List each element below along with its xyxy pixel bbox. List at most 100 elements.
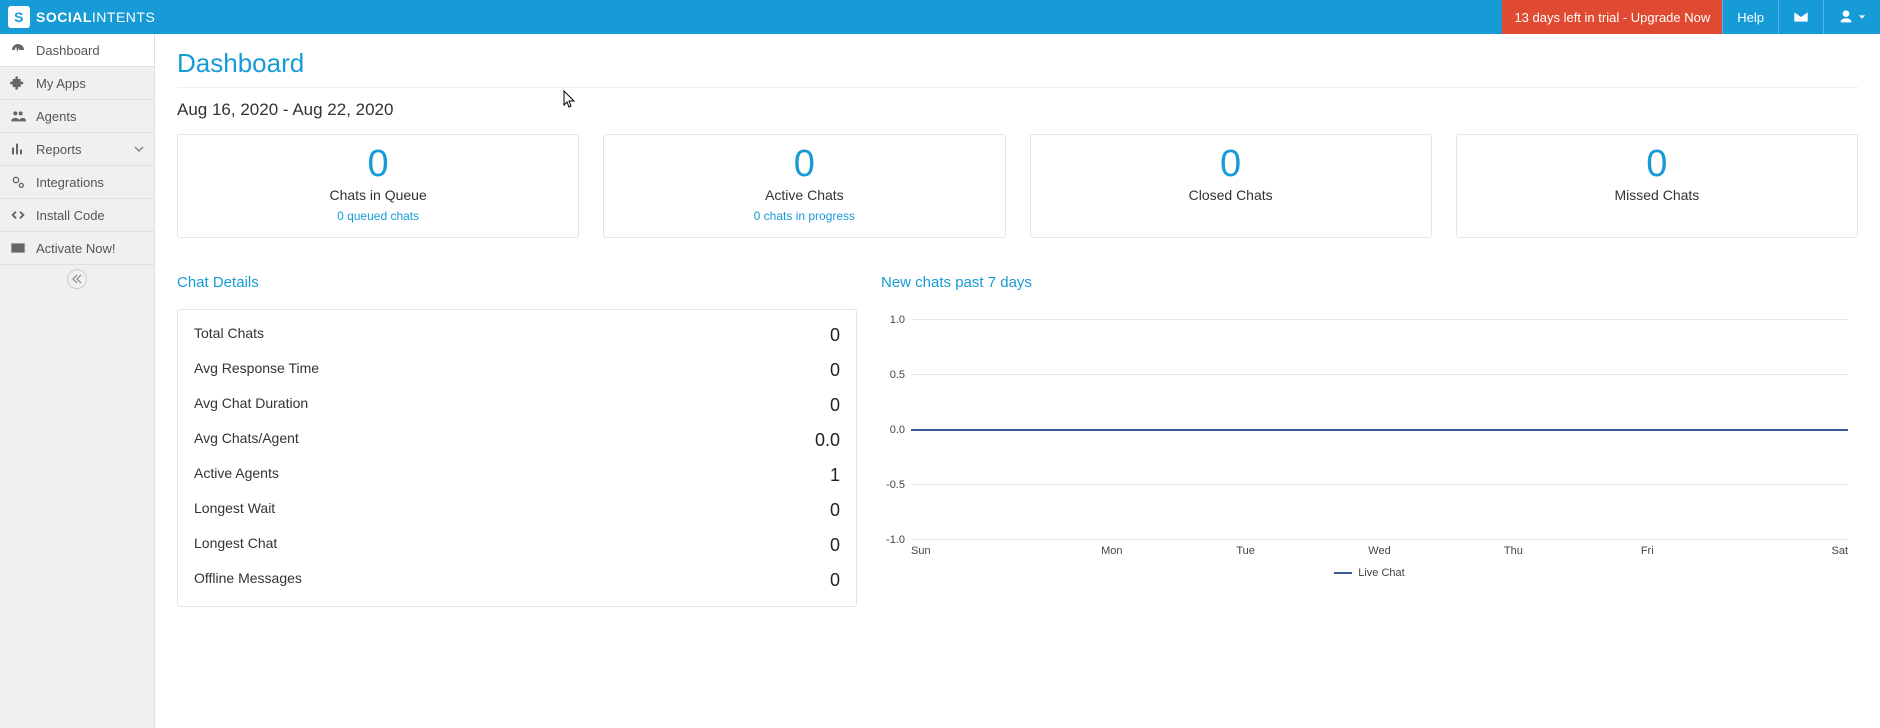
card-sublink[interactable]: 0 queued chats xyxy=(190,209,566,223)
chart-new-chats: 1.0 0.5 0.0 -0.5 -1.0 Sun Mon Tue Wed Th… xyxy=(881,309,1858,579)
row-label: Offline Messages xyxy=(194,570,302,591)
row-label: Total Chats xyxy=(194,325,264,346)
x-tick: Fri xyxy=(1580,545,1714,557)
nav-label: Dashboard xyxy=(36,43,100,58)
y-tick: -0.5 xyxy=(886,479,905,491)
users-icon xyxy=(10,108,26,124)
y-tick: 0.5 xyxy=(890,369,905,381)
card-chats-queue: 0 Chats in Queue 0 queued chats xyxy=(177,134,579,238)
legend-swatch-icon xyxy=(1334,572,1352,574)
topbar: S SOCIALINTENTS 13 days left in trial - … xyxy=(0,0,1880,34)
chart-x-labels: Sun Mon Tue Wed Thu Fri Sat xyxy=(911,545,1848,557)
brand-text-strong: SOCIAL xyxy=(36,9,92,25)
chart-grid: 1.0 0.5 0.0 -0.5 -1.0 xyxy=(911,319,1848,539)
nav-label: Reports xyxy=(36,142,82,157)
row-value: 0 xyxy=(830,535,840,556)
row-value: 1 xyxy=(830,465,840,486)
nav-label: Activate Now! xyxy=(36,241,115,256)
chevron-down-icon xyxy=(134,142,144,157)
caret-down-icon xyxy=(1858,13,1866,21)
row-value: 0 xyxy=(830,570,840,591)
card-sublink[interactable]: 0 chats in progress xyxy=(616,209,992,223)
nav-list: Dashboard My Apps Agents Reports Integra… xyxy=(0,34,154,265)
puzzle-icon xyxy=(10,75,26,91)
nav-reports[interactable]: Reports xyxy=(0,133,154,166)
chart-legend: Live Chat xyxy=(881,567,1858,579)
mail-button[interactable] xyxy=(1778,0,1823,34)
sidebar: Dashboard My Apps Agents Reports Integra… xyxy=(0,34,155,728)
row-value: 0.0 xyxy=(815,430,840,451)
row-label: Avg Response Time xyxy=(194,360,319,381)
stat-cards: 0 Chats in Queue 0 queued chats 0 Active… xyxy=(177,134,1858,238)
card-label: Missed Chats xyxy=(1469,187,1845,203)
row-label: Avg Chat Duration xyxy=(194,395,308,416)
card-label: Active Chats xyxy=(616,187,992,203)
chart-series-line xyxy=(911,429,1848,431)
nav-my-apps[interactable]: My Apps xyxy=(0,67,154,100)
content: Dashboard Aug 16, 2020 - Aug 22, 2020 0 … xyxy=(155,34,1880,728)
trial-upgrade-banner[interactable]: 13 days left in trial - Upgrade Now xyxy=(1502,0,1722,34)
card-label: Chats in Queue xyxy=(190,187,566,203)
sidebar-collapse[interactable] xyxy=(67,269,87,289)
credit-card-icon xyxy=(10,240,26,256)
topbar-right: 13 days left in trial - Upgrade Now Help xyxy=(1502,0,1880,34)
chat-details-title: Chat Details xyxy=(177,274,857,291)
table-row: Longest Chat 0 xyxy=(178,528,856,563)
help-label: Help xyxy=(1737,10,1764,25)
table-row: Avg Chat Duration 0 xyxy=(178,388,856,423)
cogs-icon xyxy=(10,174,26,190)
card-value: 0 xyxy=(1043,145,1419,183)
y-tick: -1.0 xyxy=(886,534,905,546)
x-tick: Sun xyxy=(911,545,1045,557)
trial-upgrade-text: 13 days left in trial - Upgrade Now xyxy=(1514,10,1710,25)
nav-activate-now[interactable]: Activate Now! xyxy=(0,232,154,265)
card-value: 0 xyxy=(190,145,566,183)
bar-chart-icon xyxy=(10,141,26,157)
y-tick: 1.0 xyxy=(890,314,905,326)
row-value: 0 xyxy=(830,325,840,346)
table-row: Offline Messages 0 xyxy=(178,563,856,598)
table-row: Active Agents 1 xyxy=(178,458,856,493)
row-label: Longest Wait xyxy=(194,500,275,521)
y-tick: 0.0 xyxy=(890,424,905,436)
brand[interactable]: S SOCIALINTENTS xyxy=(0,6,155,28)
table-row: Avg Chats/Agent 0.0 xyxy=(178,423,856,458)
card-closed-chats: 0 Closed Chats xyxy=(1030,134,1432,238)
row-value: 0 xyxy=(830,360,840,381)
brand-text: SOCIALINTENTS xyxy=(36,9,155,25)
table-row: Avg Response Time 0 xyxy=(178,353,856,388)
x-tick: Mon xyxy=(1045,545,1179,557)
row-value: 0 xyxy=(830,500,840,521)
nav-dashboard[interactable]: Dashboard xyxy=(0,34,154,67)
page-title: Dashboard xyxy=(177,48,1858,79)
help-button[interactable]: Help xyxy=(1722,0,1778,34)
x-tick: Thu xyxy=(1446,545,1580,557)
chat-details-table: Total Chats 0 Avg Response Time 0 Avg Ch… xyxy=(177,309,857,607)
legend-label: Live Chat xyxy=(1358,567,1404,579)
row-label: Avg Chats/Agent xyxy=(194,430,299,451)
chevron-left-double-icon xyxy=(72,274,82,284)
table-row: Longest Wait 0 xyxy=(178,493,856,528)
mail-icon xyxy=(1793,9,1809,25)
chart-title: New chats past 7 days xyxy=(881,274,1858,291)
divider xyxy=(177,87,1858,88)
nav-label: Install Code xyxy=(36,208,105,223)
x-tick: Tue xyxy=(1179,545,1313,557)
row-label: Longest Chat xyxy=(194,535,277,556)
nav-integrations[interactable]: Integrations xyxy=(0,166,154,199)
row-value: 0 xyxy=(830,395,840,416)
code-icon xyxy=(10,207,26,223)
user-icon xyxy=(1838,9,1854,25)
nav-install-code[interactable]: Install Code xyxy=(0,199,154,232)
table-row: Total Chats 0 xyxy=(178,318,856,353)
nav-agents[interactable]: Agents xyxy=(0,100,154,133)
x-tick: Wed xyxy=(1313,545,1447,557)
brand-text-light: INTENTS xyxy=(92,9,155,25)
user-menu[interactable] xyxy=(1823,0,1880,34)
card-label: Closed Chats xyxy=(1043,187,1419,203)
date-range[interactable]: Aug 16, 2020 - Aug 22, 2020 xyxy=(177,100,1858,120)
nav-label: Agents xyxy=(36,109,76,124)
x-tick: Sat xyxy=(1714,545,1848,557)
card-active-chats: 0 Active Chats 0 chats in progress xyxy=(603,134,1005,238)
card-value: 0 xyxy=(1469,145,1845,183)
